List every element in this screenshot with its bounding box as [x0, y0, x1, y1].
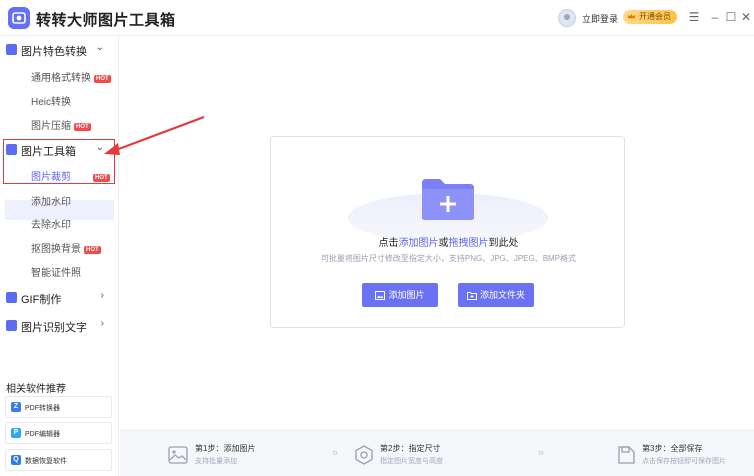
nav-group-ocr[interactable]: 图片识别文字 ›: [6, 317, 114, 335]
minimize-icon[interactable]: –: [708, 10, 722, 24]
image-icon: [168, 446, 188, 464]
settings-hex-icon: [355, 445, 373, 465]
close-icon[interactable]: ✕: [739, 10, 753, 24]
sidebar-item-label: 智能证件照: [31, 268, 81, 279]
sidebar-item-label: 通用格式转换: [31, 73, 91, 84]
sidebar-item-heic[interactable]: Heic转换: [31, 93, 71, 108]
nav-group-label: GIF制作: [21, 294, 62, 306]
step-1-title: 第1步：添加图片: [195, 444, 256, 453]
vip-label: 开通会员: [639, 12, 671, 21]
pdf-converter-icon: Z: [11, 402, 21, 412]
annotation-highlight-box: [3, 139, 115, 184]
nav-group-label: 图片识别文字: [21, 322, 87, 334]
sidebar-item-label: Heic转换: [31, 97, 72, 108]
step-2-desc: 指定图片宽度与高度: [380, 458, 443, 465]
app-logo-icon: [8, 7, 30, 29]
title-bar: 转转大师图片工具箱 立即登录 开通会员 ☰ – ☐ ✕: [0, 0, 754, 36]
app-title: 转转大师图片工具箱: [36, 12, 176, 29]
sidebar-item-id-photo[interactable]: 智能证件照: [31, 264, 81, 279]
upload-dropzone[interactable]: 点击添加图片或拖拽图片到此处 可批量将图片尺寸修改至指定大小，支持PNG、JPG…: [270, 136, 625, 328]
add-folder-label: 添加文件夹: [479, 290, 525, 300]
related-label: PDF转换器: [25, 405, 60, 412]
related-data-recovery[interactable]: Q 数据恢复软件: [5, 449, 112, 471]
step-1-desc: 支持批量添加: [195, 458, 237, 465]
drag-image-link[interactable]: 拖拽图片: [449, 238, 489, 249]
gif-icon: [6, 292, 17, 303]
add-image-label: 添加图片: [388, 290, 425, 300]
related-label: PDF编辑器: [25, 431, 60, 438]
sidebar-item-add-watermark[interactable]: 添加水印: [31, 193, 71, 208]
related-pdf-editor[interactable]: P PDF编辑器: [5, 422, 112, 444]
sidebar-item-format-convert[interactable]: 通用格式转换 HOT: [31, 69, 111, 84]
nav-group-gif[interactable]: GIF制作 ›: [6, 289, 114, 307]
related-pdf-converter[interactable]: Z PDF转换器: [5, 396, 112, 418]
add-image-button[interactable]: 添加图片: [362, 283, 438, 307]
hint-text: 到此处: [488, 238, 519, 249]
sidebar-item-label: 去除水印: [31, 220, 71, 231]
sidebar-item-remove-watermark[interactable]: 去除水印: [31, 216, 71, 231]
login-link[interactable]: 立即登录: [582, 12, 618, 25]
format-hint: 可批量将图片尺寸修改至指定大小，支持PNG、JPG、JPEG、BMP格式: [320, 254, 577, 263]
ocr-icon: [6, 320, 17, 331]
sidebar-item-label: 抠图换背景: [31, 244, 81, 255]
chevron-right-icon: ›: [100, 318, 104, 329]
data-recovery-icon: Q: [11, 455, 21, 465]
vip-button[interactable]: 开通会员: [623, 10, 677, 24]
sidebar-item-label: 图片压缩: [31, 121, 71, 132]
chevron-right-icon: ›: [100, 290, 104, 301]
hot-badge: HOT: [84, 246, 101, 254]
hot-badge: HOT: [94, 75, 111, 83]
pdf-editor-icon: P: [11, 428, 21, 438]
related-label: 数据恢复软件: [25, 458, 67, 465]
hint-text: 或: [438, 238, 449, 249]
step-3-desc: 点击保存按钮即可保存图片: [642, 458, 726, 465]
double-chevron-icon: »: [538, 447, 545, 459]
related-software-title: 相关软件推荐: [6, 384, 66, 395]
add-folder-button[interactable]: 添加文件夹: [458, 283, 534, 307]
nav-group-label: 图片特色转换: [21, 46, 87, 58]
sidebar-item-compress[interactable]: 图片压缩 HOT: [31, 117, 91, 132]
sidebar-item-cutout[interactable]: 抠图换背景 HOT: [31, 240, 101, 255]
sidebar-item-label: 添加水印: [31, 197, 71, 208]
maximize-icon[interactable]: ☐: [724, 10, 738, 24]
step-3-title: 第3步：全部保存: [642, 444, 703, 453]
image-icon: [375, 291, 386, 300]
chevron-down-icon: ⌄: [95, 42, 104, 53]
hot-badge: HOT: [74, 123, 91, 131]
menu-icon[interactable]: ☰: [687, 10, 701, 24]
avatar[interactable]: [558, 9, 576, 27]
crown-icon: [627, 13, 636, 19]
folder-icon: [466, 292, 477, 300]
double-chevron-icon: »: [332, 447, 339, 459]
nav-group-image-convert[interactable]: 图片特色转换 ⌄: [6, 41, 114, 59]
hint-text: 点击: [378, 238, 399, 249]
step-2-title: 第2步：指定尺寸: [380, 444, 441, 453]
add-image-link[interactable]: 添加图片: [399, 238, 439, 249]
save-icon: [618, 446, 635, 464]
steps-footer: 第1步：添加图片 支持批量添加 » 第2步：指定尺寸 指定图片宽度与高度 » 第…: [120, 430, 754, 476]
folder-add-icon[interactable]: [420, 177, 476, 221]
drop-hint: 点击添加图片或拖拽图片到此处: [271, 234, 626, 249]
image-convert-icon: [6, 44, 17, 55]
